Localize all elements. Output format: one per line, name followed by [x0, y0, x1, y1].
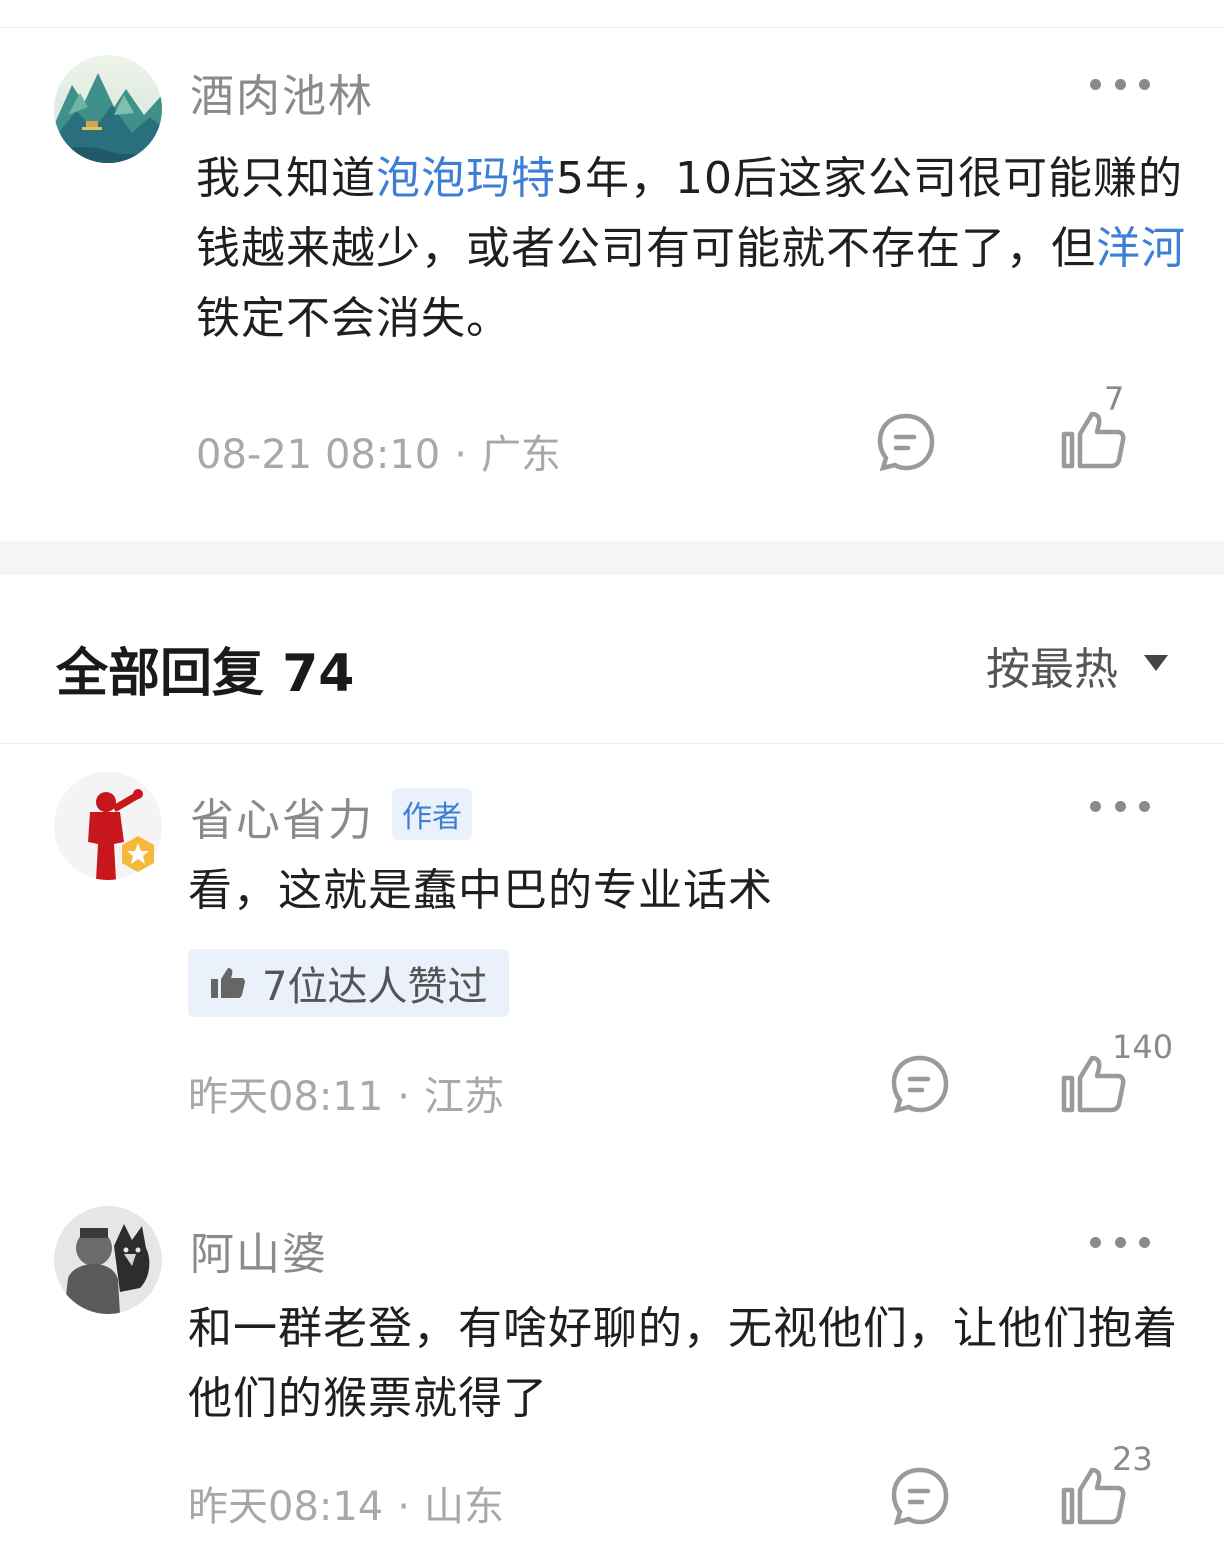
- username[interactable]: 酒肉池林: [190, 60, 374, 124]
- reply-icon[interactable]: [888, 1464, 952, 1532]
- vip-star-badge-icon: [118, 834, 158, 874]
- more-options-icon[interactable]: [1090, 1232, 1150, 1252]
- author-badge: 作者: [392, 788, 472, 840]
- section-divider: [0, 541, 1224, 575]
- location: 广东: [480, 432, 561, 478]
- reply-content: 和一群老登，有啥好聊的，无视他们，让他们抱着他们的猴票就得了: [188, 1303, 1178, 1424]
- like-count: 7: [1104, 380, 1125, 418]
- location: 山东: [424, 1484, 504, 1530]
- more-options-icon[interactable]: [1090, 74, 1150, 94]
- comment-content: 我只知道泡泡玛特5年，10后这家公司很可能赚的钱越来越少，或者公司有可能就不存在…: [196, 144, 1186, 354]
- reply-icon[interactable]: [874, 410, 938, 478]
- timestamp: 昨天08:11: [188, 1074, 384, 1120]
- replies-title: 全部回复 74: [56, 644, 355, 704]
- thumbs-up-filled-icon: [211, 968, 245, 998]
- comment-text: 铁定不会消失。: [196, 293, 511, 344]
- meta-separator: ·: [454, 432, 467, 478]
- more-options-icon[interactable]: [1090, 796, 1150, 816]
- stock-link-yanghe[interactable]: 洋河: [1096, 223, 1186, 274]
- reply-meta: 昨天08:11 · 江苏: [188, 1064, 504, 1122]
- avatar[interactable]: [54, 1206, 162, 1314]
- reply-meta: 昨天08:14 · 山东: [188, 1474, 504, 1532]
- username[interactable]: 省心省力: [190, 784, 374, 848]
- liked-by-text: 7位达人赞过: [262, 964, 488, 1010]
- meta-separator: ·: [397, 1484, 410, 1530]
- comment-text: 我只知道: [196, 153, 376, 204]
- like-count: 140: [1112, 1028, 1174, 1066]
- reply-item: 省心省力 作者 看，这就是蠢中巴的专业话术 7位达人赞过 昨天08:11 · 江苏 …: [0, 744, 1224, 1174]
- avatar[interactable]: [54, 55, 162, 163]
- timestamp: 昨天08:14: [188, 1484, 384, 1530]
- username[interactable]: 阿山婆: [190, 1218, 328, 1282]
- stock-link-paopao[interactable]: 泡泡玛特: [376, 153, 556, 204]
- caret-down-icon[interactable]: [1144, 655, 1168, 671]
- main-comment: 酒肉池林 我只知道泡泡玛特5年，10后这家公司很可能赚的钱越来越少，或者公司有可…: [0, 0, 1224, 541]
- like-icon[interactable]: [1060, 410, 1128, 474]
- replies-header: 全部回复 74 按最热: [0, 575, 1224, 743]
- reply-icon[interactable]: [888, 1052, 952, 1120]
- location: 江苏: [424, 1074, 504, 1120]
- reply-item: 阿山婆 和一群老登，有啥好聊的，无视他们，让他们抱着他们的猴票就得了 昨天08:…: [0, 1174, 1224, 1563]
- comment-meta: 08-21 08:10 · 广东: [196, 422, 561, 480]
- reply-content: 看，这就是蠢中巴的专业话术: [188, 865, 773, 916]
- liked-by-experts[interactable]: 7位达人赞过: [188, 949, 510, 1017]
- sort-button[interactable]: 按最热: [986, 633, 1118, 697]
- meta-separator: ·: [397, 1074, 410, 1120]
- timestamp: 08-21 08:10: [196, 432, 441, 478]
- like-count: 23: [1112, 1440, 1153, 1478]
